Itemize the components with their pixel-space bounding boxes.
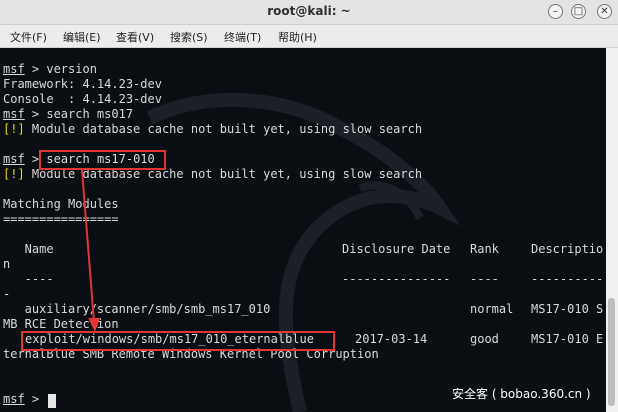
prompt: msf bbox=[3, 107, 25, 121]
rank-dashes: ---- bbox=[470, 272, 499, 286]
module-row-wrap: MB RCE Detection bbox=[3, 317, 119, 331]
warning-tag: [!] bbox=[3, 167, 25, 181]
menu-edit[interactable]: 编辑(E) bbox=[63, 29, 101, 45]
wrapped-text: n bbox=[3, 257, 11, 271]
text-cursor bbox=[48, 394, 56, 408]
terminal-window: root@kali: ~ – □ ✕ 文件(F) 编辑(E) 查看(V) 搜索(… bbox=[0, 0, 618, 412]
menu-terminal[interactable]: 终端(T) bbox=[224, 29, 261, 45]
cmd-version-line: msf > version bbox=[3, 62, 97, 77]
terminal-output[interactable]: msf > version Framework: 4.14.23-dev Con… bbox=[0, 48, 606, 412]
menu-bar: 文件(F) 编辑(E) 查看(V) 搜索(S) 终端(T) 帮助(H) bbox=[0, 25, 618, 48]
prompt: msf bbox=[3, 62, 25, 76]
prompt: msf bbox=[3, 152, 25, 166]
wrapped-text: - bbox=[3, 287, 11, 301]
module-row-description: MS17-010 S bbox=[531, 302, 604, 316]
module-row-name: auxiliary/scanner/smb/smb_ms17_010 bbox=[3, 302, 271, 316]
menu-help[interactable]: 帮助(H) bbox=[278, 29, 317, 45]
module-row-rank: normal bbox=[470, 302, 514, 316]
matching-modules-heading: Matching Modules bbox=[3, 197, 119, 211]
column-date-header: Disclosure Date bbox=[342, 242, 451, 256]
module-row-description: MS17-010 E bbox=[531, 332, 604, 346]
minimize-button[interactable]: – bbox=[548, 4, 563, 19]
window-title: root@kali: ~ bbox=[267, 4, 351, 18]
scrollbar-thumb[interactable] bbox=[608, 298, 615, 406]
console-line: Console : 4.14.23-dev bbox=[3, 92, 162, 106]
framework-line: Framework: 4.14.23-dev bbox=[3, 77, 162, 91]
scrollbar[interactable] bbox=[606, 48, 618, 412]
menu-search[interactable]: 搜索(S) bbox=[170, 29, 208, 45]
current-prompt-line[interactable]: msf > bbox=[3, 392, 46, 407]
title-bar: root@kali: ~ – □ ✕ bbox=[0, 0, 618, 25]
highlight-box-search-command bbox=[39, 150, 166, 170]
date-dashes: --------------- bbox=[342, 272, 451, 286]
close-button[interactable]: ✕ bbox=[597, 4, 612, 19]
description-dashes: ---------- bbox=[531, 272, 604, 286]
heading-underline: ================ bbox=[3, 212, 119, 226]
menu-file[interactable]: 文件(F) bbox=[10, 29, 47, 45]
cmd-search-line: msf > search ms017 bbox=[3, 107, 133, 122]
site-watermark: 安全客 ( bobao.360.cn ) bbox=[452, 387, 591, 401]
command-text: > version bbox=[24, 62, 97, 76]
column-description-header: Descriptio bbox=[531, 242, 604, 256]
warning-message: Module database cache not built yet, usi… bbox=[24, 122, 423, 136]
module-row-rank: good bbox=[470, 332, 499, 346]
prompt-gt: > bbox=[24, 392, 47, 406]
prompt: msf bbox=[3, 392, 25, 406]
column-rank-header: Rank bbox=[470, 242, 499, 256]
name-dashes: ---- bbox=[3, 272, 54, 286]
warning-tag: [!] bbox=[3, 122, 25, 136]
module-row-date: 2017-03-14 bbox=[355, 332, 428, 346]
command-text: > search ms017 bbox=[24, 107, 134, 121]
maximize-button[interactable]: □ bbox=[571, 4, 586, 19]
column-name-header: Name bbox=[3, 242, 54, 256]
menu-view[interactable]: 查看(V) bbox=[116, 29, 154, 45]
highlight-box-eternalblue-module bbox=[21, 331, 335, 351]
warning-line: [!] Module database cache not built yet,… bbox=[3, 122, 422, 137]
